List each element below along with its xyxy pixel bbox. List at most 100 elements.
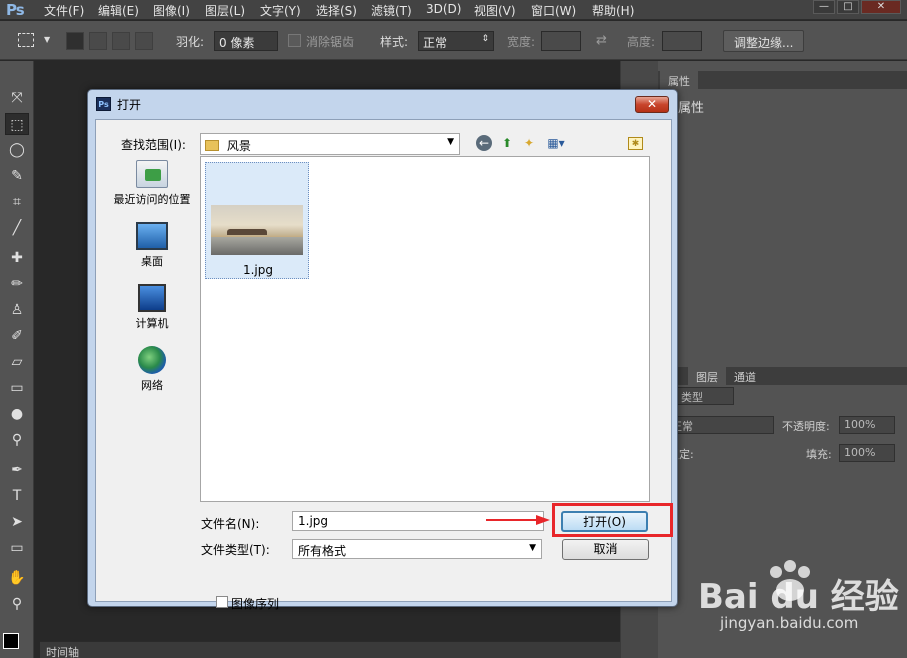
style-label: 样式:	[380, 35, 409, 49]
place-computer[interactable]: 计算机	[107, 284, 197, 331]
timeline-panel: 时间轴	[40, 641, 620, 658]
thumbnail-water	[211, 237, 303, 255]
height-label: 高度:	[627, 35, 656, 49]
place-desktop[interactable]: 桌面	[107, 222, 197, 269]
width-label: 宽度:	[507, 35, 536, 49]
chevron-down-icon[interactable]: ▼	[44, 35, 50, 44]
quick-select-tool-icon[interactable]: ✎	[5, 165, 29, 187]
move-tool-icon[interactable]: ⤧	[5, 87, 29, 109]
place-network[interactable]: 网络	[107, 346, 197, 393]
height-input[interactable]	[662, 31, 702, 51]
dialog-close-button[interactable]: ✕	[635, 96, 669, 113]
menu-filter[interactable]: 滤镜(T)	[371, 2, 412, 19]
maximize-button[interactable]: □	[837, 0, 859, 14]
marquee-tool-preset-icon[interactable]	[18, 33, 34, 47]
opacity-label: 不透明度:	[782, 420, 830, 433]
menu-file[interactable]: 文件(F)	[44, 2, 84, 19]
menu-select[interactable]: 选择(S)	[316, 2, 357, 19]
refine-edge-button[interactable]: 调整边缘...	[723, 30, 805, 52]
menu-image[interactable]: 图像(I)	[153, 2, 190, 19]
chevron-updown-icon: ⇕	[481, 34, 489, 44]
blur-tool-icon[interactable]: ●	[5, 403, 29, 425]
swap-icon[interactable]: ⇄	[596, 33, 607, 48]
blend-mode-select[interactable]: 正常	[666, 416, 774, 434]
style-select[interactable]: 正常 ⇕	[418, 31, 494, 51]
preview-icon[interactable]: ✱	[628, 137, 643, 150]
image-sequence-checkbox[interactable]	[216, 596, 228, 608]
pen-tool-icon[interactable]: ✒	[5, 459, 29, 481]
options-bar: ▼ 羽化: 0 像素 消除锯齿 样式: 正常 ⇕ 宽度: ⇄ 高度: 调整边缘..…	[0, 21, 907, 60]
crop-tool-icon[interactable]: ⌗	[5, 191, 29, 213]
new-folder-icon[interactable]: ✦	[520, 135, 538, 152]
text-tool-icon[interactable]: T	[5, 485, 29, 507]
healing-brush-icon[interactable]: ✚	[5, 247, 29, 269]
look-in-select[interactable]: 风景 ▼	[200, 133, 460, 155]
tab-channels[interactable]: 通道	[726, 367, 764, 385]
file-type-value: 所有格式	[298, 544, 347, 558]
menu-layer[interactable]: 图层(L)	[205, 2, 245, 19]
fill-input[interactable]: 100%	[839, 444, 895, 462]
menu-type[interactable]: 文字(Y)	[260, 2, 301, 19]
desktop-icon	[136, 222, 168, 250]
add-to-selection-icon[interactable]	[89, 32, 107, 50]
feather-input[interactable]: 0 像素	[214, 31, 278, 51]
ps-app-icon: Ps	[96, 97, 111, 111]
menu-3d[interactable]: 3D(D)	[426, 2, 461, 16]
back-icon[interactable]: ←	[476, 135, 492, 151]
dialog-title: 打开	[117, 98, 142, 112]
menu-window[interactable]: 窗口(W)	[531, 2, 576, 19]
tab-properties[interactable]: 属性	[660, 71, 698, 89]
dodge-tool-icon[interactable]: ⚲	[5, 429, 29, 451]
up-folder-icon[interactable]: ⬆	[498, 135, 516, 152]
file-type-select[interactable]: 所有格式 ▼	[292, 539, 542, 559]
fill-label: 填充:	[806, 448, 832, 461]
subtract-selection-icon[interactable]	[112, 32, 130, 50]
close-button[interactable]: ✕	[861, 0, 901, 14]
menu-view[interactable]: 视图(V)	[474, 2, 516, 19]
feather-label: 羽化:	[176, 35, 205, 49]
width-input[interactable]	[541, 31, 581, 51]
properties-title: 属性	[678, 101, 705, 116]
minimize-button[interactable]: —	[813, 0, 835, 14]
look-in-value: 风景	[226, 139, 251, 153]
foreground-color-swatch[interactable]	[3, 633, 19, 649]
gradient-tool-icon[interactable]: ▭	[5, 377, 29, 399]
menu-help[interactable]: 帮助(H)	[592, 2, 634, 19]
hand-tool-icon[interactable]: ✋	[5, 567, 29, 589]
marquee-tool-icon[interactable]: ⬚	[5, 113, 29, 135]
tab-layers[interactable]: 图层	[688, 367, 726, 385]
recent-places-icon	[136, 160, 168, 188]
open-button[interactable]: 打开(O)	[561, 511, 648, 532]
red-arrow-annotation	[486, 515, 550, 525]
layer-kind-filter[interactable]: 类型	[676, 387, 734, 405]
intersect-selection-icon[interactable]	[135, 32, 153, 50]
baidu-jingyan-watermark: Bai du 经验	[698, 560, 899, 617]
antialias-checkbox[interactable]	[288, 34, 301, 47]
cancel-button[interactable]: 取消	[562, 539, 649, 560]
lasso-tool-icon[interactable]: ◯	[5, 139, 29, 161]
new-selection-icon[interactable]	[66, 32, 84, 50]
chevron-down-icon: ▼	[529, 543, 536, 553]
style-value: 正常	[423, 36, 448, 50]
zoom-tool-icon[interactable]: ⚲	[5, 593, 29, 615]
places-bar: 最近访问的位置 桌面 计算机 网络	[107, 156, 197, 544]
stamp-tool-icon[interactable]: ♙	[5, 299, 29, 321]
brush-tool-icon[interactable]: ✏	[5, 273, 29, 295]
shape-tool-icon[interactable]: ▭	[5, 537, 29, 559]
folder-icon	[205, 140, 219, 151]
opacity-input[interactable]: 100%	[839, 416, 895, 434]
eraser-tool-icon[interactable]: ▱	[5, 351, 29, 373]
place-label: 网络	[141, 379, 163, 392]
view-menu-icon[interactable]: ▦▾	[543, 135, 569, 152]
watermark-brand: Bai du 经验	[698, 577, 899, 617]
history-brush-icon[interactable]: ✐	[5, 325, 29, 347]
watermark-url: jingyan.baidu.com	[720, 614, 859, 632]
path-select-tool-icon[interactable]: ➤	[5, 511, 29, 533]
tab-timeline[interactable]: 时间轴	[46, 644, 79, 658]
place-recent[interactable]: 最近访问的位置	[107, 160, 197, 207]
eyedropper-tool-icon[interactable]: ╱	[5, 217, 29, 239]
file-item[interactable]: 1.jpg	[205, 162, 309, 279]
thumbnail-rocks	[227, 229, 267, 235]
menu-edit[interactable]: 编辑(E)	[98, 2, 139, 19]
properties-tabbar: 属性	[658, 71, 907, 89]
